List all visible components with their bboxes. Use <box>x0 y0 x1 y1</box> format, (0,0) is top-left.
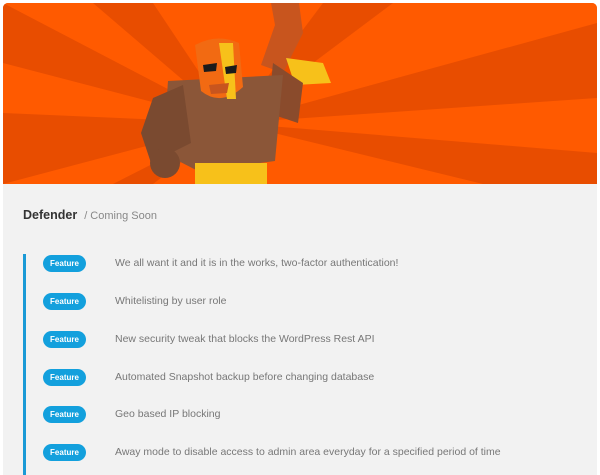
feature-description: Whitelisting by user role <box>115 295 227 307</box>
feature-description: Geo based IP blocking <box>115 408 221 420</box>
page-heading: Defender / Coming Soon <box>23 208 157 228</box>
feature-badge: Feature <box>43 254 86 272</box>
feature-item: Feature We all want it and it is in the … <box>43 254 583 272</box>
feature-item: Feature Automated Snapshot backup before… <box>43 368 583 386</box>
feature-description: We all want it and it is in the works, t… <box>115 257 399 269</box>
page-subtitle: / Coming Soon <box>84 210 157 222</box>
feature-badge: Feature <box>43 405 86 423</box>
feature-badge: Feature <box>43 443 86 461</box>
hero-banner <box>3 3 597 184</box>
feature-description: New security tweak that blocks the WordP… <box>115 333 375 345</box>
feature-badge: Feature <box>43 330 86 348</box>
page-title: Defender <box>23 208 78 222</box>
feature-badge: Feature <box>43 292 86 310</box>
timeline-bar <box>23 254 26 475</box>
wrestler-mascot-illustration <box>3 3 597 184</box>
feature-badge: Feature <box>43 368 86 386</box>
feature-description: Automated Snapshot backup before changin… <box>115 371 375 383</box>
feature-item: Feature Whitelisting by user role <box>43 292 583 310</box>
feature-item: Feature Geo based IP blocking <box>43 405 583 423</box>
roadmap-card: Defender / Coming Soon Feature We all wa… <box>3 3 597 475</box>
feature-item: Feature Away mode to disable access to a… <box>43 443 583 461</box>
feature-description: Away mode to disable access to admin are… <box>115 446 501 458</box>
feature-item: Feature New security tweak that blocks t… <box>43 330 583 348</box>
